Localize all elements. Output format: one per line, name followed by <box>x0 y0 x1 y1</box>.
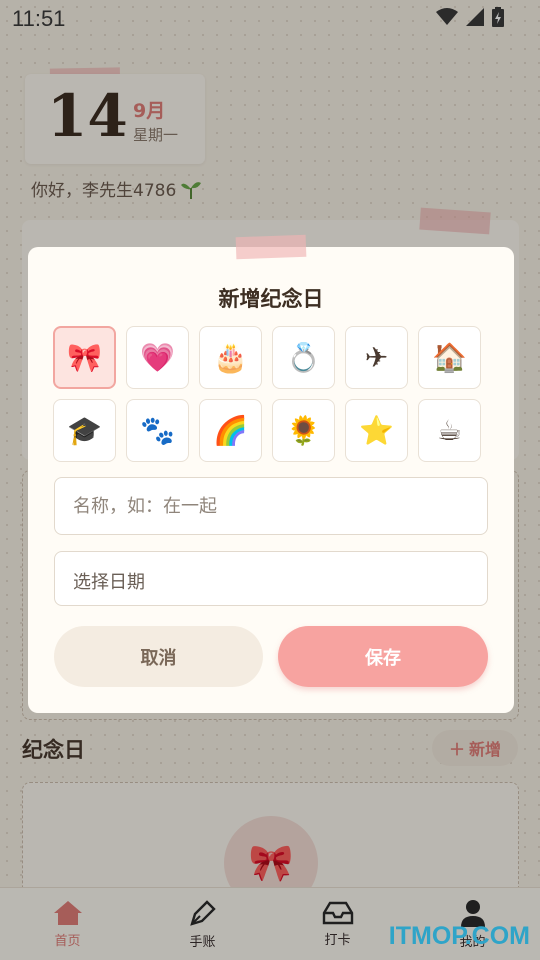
icon-option-sunflower[interactable]: 🌻 <box>272 399 335 462</box>
dialog-title: 新增纪念日 <box>218 287 324 311</box>
name-field <box>54 477 488 535</box>
paw-icon: 🐾 <box>140 414 175 447</box>
icon-option-rainbow[interactable]: 🌈 <box>199 399 262 462</box>
decorative-tape <box>235 234 307 260</box>
icon-option-heart[interactable]: 💗 <box>126 326 189 389</box>
star-icon: ⭐ <box>359 414 394 447</box>
icon-option-airplane[interactable]: ✈ <box>345 326 408 389</box>
ring-icon: 💍 <box>286 341 321 374</box>
icon-option-ring[interactable]: 💍 <box>272 326 335 389</box>
page-background: 11:51 14 9月 星期一 你好，李先生4786 纪念日 ＋ 新增 🎀 首页… <box>0 0 540 960</box>
coffee-cup-icon: ☕ <box>436 414 463 447</box>
icon-picker: 🎀 💗 🎂 💍 ✈ 🏠 🎓 🐾 🌈 🌻 ⭐ ☕ <box>53 326 483 462</box>
house-icon: 🏠 <box>432 341 467 374</box>
icon-option-ribbon[interactable]: 🎀 <box>53 326 116 389</box>
name-input[interactable] <box>55 478 487 534</box>
airplane-icon: ✈ <box>364 341 389 374</box>
heart-icon: 💗 <box>140 341 175 374</box>
watermark: ITMOP.COM <box>388 922 530 950</box>
sunflower-icon: 🌻 <box>286 414 321 447</box>
icon-option-paw[interactable]: 🐾 <box>126 399 189 462</box>
icon-option-star[interactable]: ⭐ <box>345 399 408 462</box>
cancel-button[interactable]: 取消 <box>54 626 263 687</box>
save-button[interactable]: 保存 <box>278 626 488 687</box>
graduation-cap-icon: 🎓 <box>67 414 102 447</box>
rainbow-icon: 🌈 <box>213 414 248 447</box>
icon-option-graduation-cap[interactable]: 🎓 <box>53 399 116 462</box>
icon-option-house[interactable]: 🏠 <box>418 326 481 389</box>
date-picker-label: 选择日期 <box>73 572 145 593</box>
icon-option-coffee[interactable]: ☕ <box>418 399 481 462</box>
date-picker-field[interactable]: 选择日期 <box>54 551 488 606</box>
add-anniversary-dialog: 新增纪念日 🎀 💗 🎂 💍 ✈ 🏠 🎓 🐾 🌈 🌻 ⭐ ☕ 选择日期 取消 保存 <box>28 247 514 713</box>
ribbon-icon: 🎀 <box>67 341 102 374</box>
cake-icon: 🎂 <box>213 341 248 374</box>
icon-option-cake[interactable]: 🎂 <box>199 326 262 389</box>
